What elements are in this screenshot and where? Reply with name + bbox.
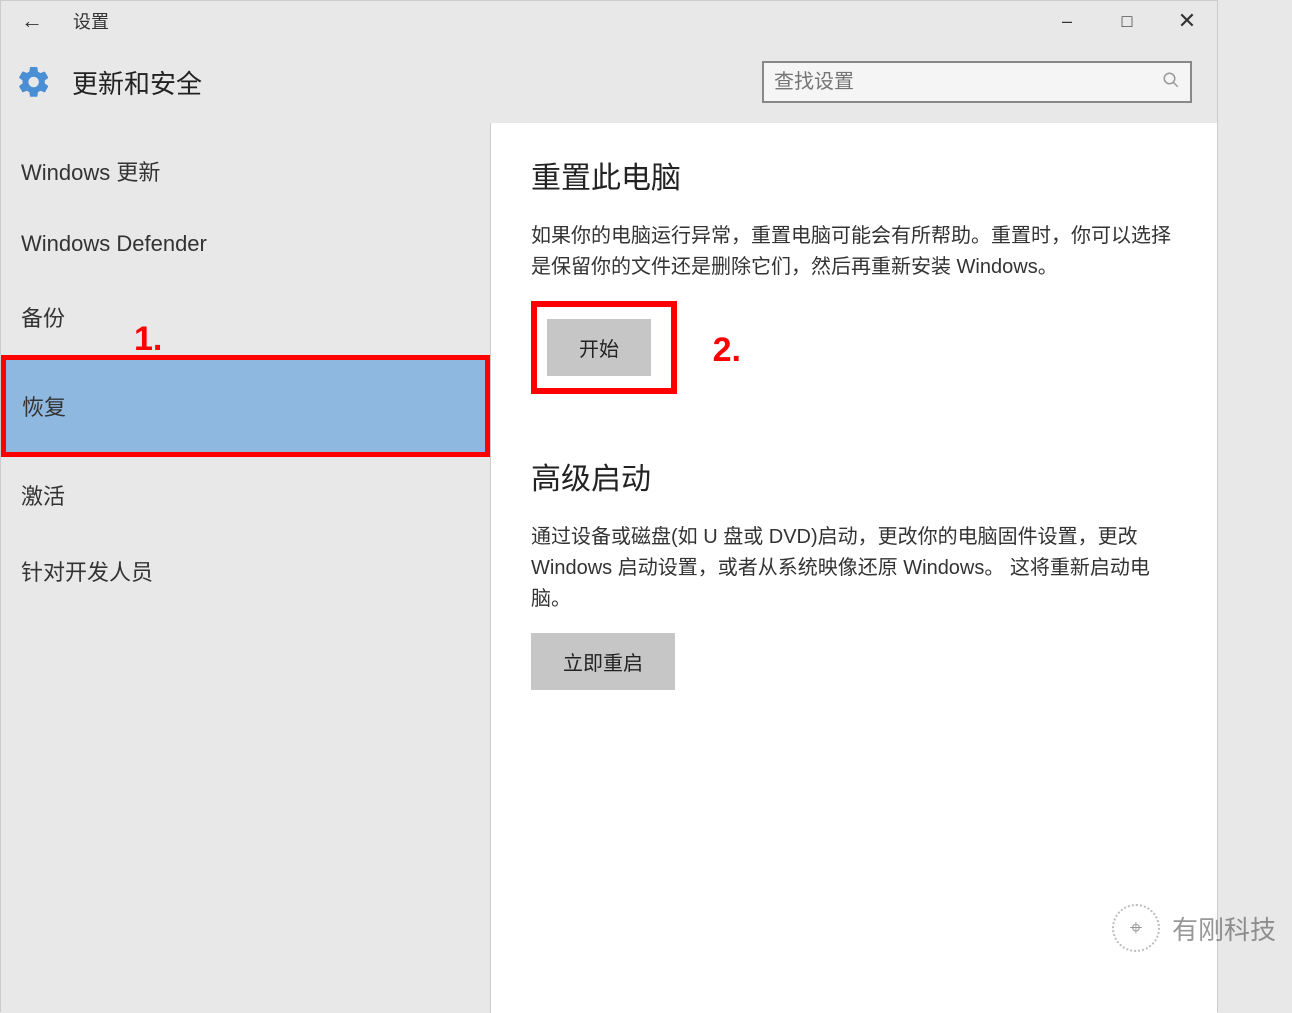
window-title: 设置 — [73, 8, 109, 34]
sidebar-item-label: 针对开发人员 — [21, 560, 153, 585]
reset-button-highlight: 开始 2. — [531, 301, 677, 394]
sidebar-item-backup[interactable]: 备份 — [1, 279, 490, 355]
content-pane: 重置此电脑 如果你的电脑运行异常，重置电脑可能会有所帮助。重置时，你可以选择是保… — [491, 123, 1217, 1013]
watermark: ⌖ 有刚科技 — [1112, 904, 1276, 952]
restart-now-button[interactable]: 立即重启 — [531, 633, 675, 690]
window-controls: – □ ✕ — [1037, 1, 1217, 41]
reset-start-button[interactable]: 开始 — [547, 319, 651, 376]
gear-icon — [16, 64, 52, 100]
sidebar-item-activation[interactable]: 激活 — [1, 457, 490, 533]
search-box[interactable] — [762, 61, 1192, 103]
sidebar-item-windows-update[interactable]: Windows 更新 — [1, 133, 490, 209]
reset-section: 重置此电脑 如果你的电脑运行异常，重置电脑可能会有所帮助。重置时，你可以选择是保… — [531, 153, 1177, 394]
header-left: 更新和安全 — [16, 64, 202, 101]
annotation-1: 1. — [134, 320, 162, 359]
main-layout: Windows 更新 Windows Defender 备份 1. 恢复 激活 … — [1, 123, 1217, 1013]
sidebar: Windows 更新 Windows Defender 备份 1. 恢复 激活 … — [1, 123, 491, 1013]
search-input[interactable] — [774, 71, 1162, 94]
titlebar-left: ← 设置 — [21, 8, 109, 34]
watermark-text: 有刚科技 — [1172, 910, 1276, 947]
sidebar-item-for-developers[interactable]: 针对开发人员 — [1, 533, 490, 609]
advanced-title: 高级启动 — [531, 454, 1177, 498]
advanced-description: 通过设备或磁盘(如 U 盘或 DVD)启动，更改你的电脑固件设置，更改 Wind… — [531, 522, 1177, 615]
sidebar-item-recovery[interactable]: 1. 恢复 — [1, 355, 490, 457]
sidebar-item-windows-defender[interactable]: Windows Defender — [1, 209, 490, 279]
search-icon[interactable] — [1162, 71, 1180, 94]
sidebar-item-label: 激活 — [21, 484, 65, 509]
settings-window: ← 设置 – □ ✕ 更新和安全 Windows 更新 — [0, 0, 1218, 1012]
header-row: 更新和安全 — [1, 41, 1217, 123]
advanced-startup-section: 高级启动 通过设备或磁盘(如 U 盘或 DVD)启动，更改你的电脑固件设置，更改… — [531, 454, 1177, 690]
watermark-logo-icon: ⌖ — [1112, 904, 1160, 952]
reset-description: 如果你的电脑运行异常，重置电脑可能会有所帮助。重置时，你可以选择是保留你的文件还… — [531, 221, 1177, 283]
titlebar: ← 设置 – □ ✕ — [1, 1, 1217, 41]
sidebar-item-label: Windows 更新 — [21, 160, 160, 185]
header-title: 更新和安全 — [72, 64, 202, 101]
sidebar-item-label: 备份 — [21, 306, 65, 331]
sidebar-item-label: 恢复 — [22, 395, 66, 420]
minimize-button[interactable]: – — [1037, 1, 1097, 41]
maximize-button[interactable]: □ — [1097, 1, 1157, 41]
reset-title: 重置此电脑 — [531, 153, 1177, 197]
sidebar-item-label: Windows Defender — [21, 231, 207, 256]
back-icon[interactable]: ← — [21, 8, 43, 34]
annotation-2: 2. — [713, 331, 741, 370]
close-button[interactable]: ✕ — [1157, 1, 1217, 41]
